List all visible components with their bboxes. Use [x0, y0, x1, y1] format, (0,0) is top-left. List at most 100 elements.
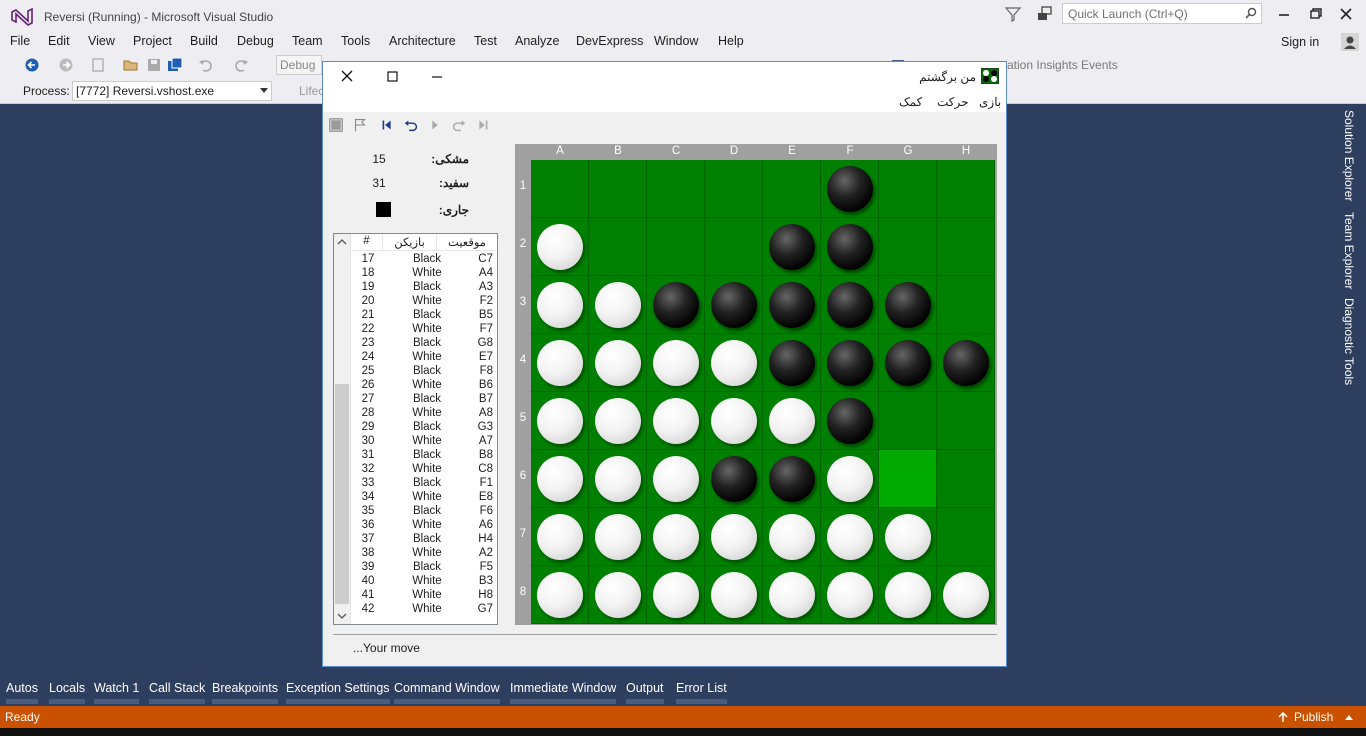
board-square-b5[interactable] [589, 392, 647, 450]
board-square-f1[interactable] [821, 160, 879, 218]
move-row[interactable]: 31 Black B8 [351, 448, 497, 462]
maximize-icon[interactable] [384, 68, 400, 84]
board-square-f6[interactable] [821, 450, 879, 508]
board-square-g3[interactable] [879, 276, 937, 334]
save-all-icon[interactable] [167, 57, 183, 73]
tab-diagnostic-tools[interactable]: Diagnostic Tools [1342, 298, 1356, 385]
minimize-icon[interactable] [1270, 4, 1298, 24]
move-row[interactable]: 38 White A2 [351, 546, 497, 560]
board-square-d3[interactable] [705, 276, 763, 334]
board-square-b7[interactable] [589, 508, 647, 566]
tab-autos[interactable]: Autos [6, 681, 38, 704]
board-square-g5[interactable] [879, 392, 937, 450]
board-square-e4[interactable] [763, 334, 821, 392]
board-square-b2[interactable] [589, 218, 647, 276]
move-row[interactable]: 36 White A6 [351, 518, 497, 532]
board-square-f2[interactable] [821, 218, 879, 276]
new-project-icon[interactable] [90, 57, 106, 73]
close-icon[interactable] [1332, 4, 1360, 24]
move-row[interactable]: 41 White H8 [351, 588, 497, 602]
move-row[interactable]: 25 Black F8 [351, 364, 497, 378]
board-square-h3[interactable] [937, 276, 995, 334]
board-square-g7[interactable] [879, 508, 937, 566]
menu-help[interactable]: کمک [899, 95, 922, 109]
forward-icon[interactable] [58, 57, 74, 73]
account-icon[interactable] [1340, 32, 1360, 52]
board-square-c1[interactable] [647, 160, 705, 218]
board-square-a8[interactable] [531, 566, 589, 624]
board-square-c6[interactable] [647, 450, 705, 508]
tab-solution-explorer[interactable]: Solution Explorer [1342, 110, 1356, 201]
move-row[interactable]: 42 White G7 [351, 602, 497, 616]
restore-icon[interactable] [1301, 4, 1329, 24]
move-row[interactable]: 32 White C8 [351, 462, 497, 476]
board-square-a4[interactable] [531, 334, 589, 392]
chevron-up-icon[interactable] [336, 236, 348, 248]
move-row[interactable]: 19 Black A3 [351, 280, 497, 294]
menu-view[interactable]: View [88, 34, 115, 48]
board-square-c8[interactable] [647, 566, 705, 624]
menu-move[interactable]: حرکت [937, 95, 969, 109]
board-square-b8[interactable] [589, 566, 647, 624]
move-row[interactable]: 30 White A7 [351, 434, 497, 448]
board-square-h4[interactable] [937, 334, 995, 392]
move-row[interactable]: 26 White B6 [351, 378, 497, 392]
tab-call-stack[interactable]: Call Stack [149, 681, 206, 704]
publish-button[interactable]: Publish [1278, 710, 1353, 724]
menu-analyze[interactable]: Analyze [515, 34, 559, 48]
board-square-b3[interactable] [589, 276, 647, 334]
board-square-e6[interactable] [763, 450, 821, 508]
back-icon[interactable] [24, 57, 40, 73]
move-row[interactable]: 35 Black F6 [351, 504, 497, 518]
move-row[interactable]: 33 Black F1 [351, 476, 497, 490]
board-square-d8[interactable] [705, 566, 763, 624]
move-row[interactable]: 17 Black C7 [351, 252, 497, 266]
board-square-f7[interactable] [821, 508, 879, 566]
board-square-d2[interactable] [705, 218, 763, 276]
new-game-icon[interactable] [326, 115, 346, 135]
redo-icon[interactable] [233, 57, 249, 73]
board-square-h1[interactable] [937, 160, 995, 218]
move-row[interactable]: 37 Black H4 [351, 532, 497, 546]
move-row[interactable]: 21 Black B5 [351, 308, 497, 322]
board-square-g4[interactable] [879, 334, 937, 392]
board-square-g6[interactable] [879, 450, 937, 508]
board-square-a1[interactable] [531, 160, 589, 218]
feedback-icon[interactable] [1036, 5, 1054, 23]
board-square-e8[interactable] [763, 566, 821, 624]
application-insights-events[interactable]: ation Insights Events [1007, 58, 1118, 72]
board-square-c4[interactable] [647, 334, 705, 392]
move-row[interactable]: 18 White A4 [351, 266, 497, 280]
menu-project[interactable]: Project [133, 34, 172, 48]
menu-help[interactable]: Help [718, 34, 744, 48]
board-square-f8[interactable] [821, 566, 879, 624]
tab-immediate-window[interactable]: Immediate Window [510, 681, 617, 704]
menu-game[interactable]: بازی [979, 95, 1001, 109]
board-square-g2[interactable] [879, 218, 937, 276]
board-square-e7[interactable] [763, 508, 821, 566]
board-square-h5[interactable] [937, 392, 995, 450]
board-square-a2[interactable] [531, 218, 589, 276]
board-square-g1[interactable] [879, 160, 937, 218]
tab-exception-settings[interactable]: Exception Settings [286, 681, 390, 704]
board-square-b6[interactable] [589, 450, 647, 508]
board-square-a3[interactable] [531, 276, 589, 334]
menu-architecture[interactable]: Architecture [389, 34, 456, 48]
board-square-f3[interactable] [821, 276, 879, 334]
board-square-e1[interactable] [763, 160, 821, 218]
tab-command-window[interactable]: Command Window [394, 681, 500, 704]
board-square-f5[interactable] [821, 392, 879, 450]
tab-watch-1[interactable]: Watch 1 [94, 681, 140, 704]
board-square-e3[interactable] [763, 276, 821, 334]
board-square-h8[interactable] [937, 566, 995, 624]
menu-devexpress[interactable]: DevExpress [576, 34, 643, 48]
redo-move-icon[interactable] [449, 115, 469, 135]
tab-output[interactable]: Output [626, 681, 664, 704]
menu-file[interactable]: File [10, 34, 30, 48]
moves-scrollbar[interactable] [334, 234, 351, 624]
board-square-h7[interactable] [937, 508, 995, 566]
move-row[interactable]: 40 White B3 [351, 574, 497, 588]
board-square-h2[interactable] [937, 218, 995, 276]
column-header-position[interactable]: موقعیت [437, 235, 497, 250]
board-square-b1[interactable] [589, 160, 647, 218]
